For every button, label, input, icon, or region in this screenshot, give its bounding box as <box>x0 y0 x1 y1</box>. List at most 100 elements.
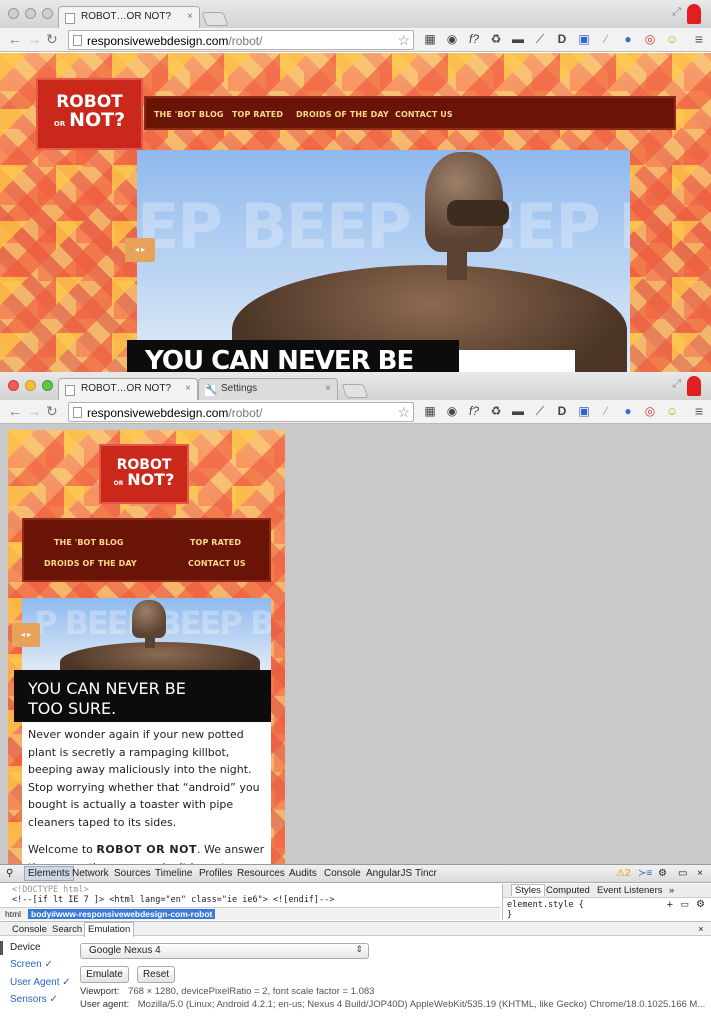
dom-conditional-comment[interactable]: <!--[if lt IE 7 ]> <html lang="en" class… <box>12 895 488 905</box>
device-select[interactable]: Google Nexus 4 ⇕ <box>80 943 369 959</box>
tab-close-icon[interactable]: × <box>185 383 191 394</box>
more-tabs-icon[interactable]: » <box>669 885 674 896</box>
drawer-close-icon[interactable]: × <box>698 924 704 935</box>
crumb-body[interactable]: body#www-responsivewebdesign-com-robot <box>28 909 216 919</box>
forward-icon[interactable]: → <box>27 403 41 419</box>
extension-recycle-icon[interactable]: ♻ <box>488 31 504 47</box>
reset-button[interactable]: Reset <box>137 966 175 983</box>
extension-d2-icon[interactable]: D <box>554 403 570 419</box>
extension-d2-icon[interactable]: D <box>554 31 570 47</box>
reload-icon[interactable]: ↻ <box>46 403 58 420</box>
tab-timeline[interactable]: Timeline <box>155 868 192 879</box>
extension-globe-icon[interactable]: ● <box>620 403 636 419</box>
extension-target-icon[interactable]: ◉ <box>444 403 460 419</box>
tab-tincr[interactable]: Tincr <box>415 868 437 879</box>
bookmark-star-icon[interactable]: ☆ <box>397 404 410 421</box>
reload-icon[interactable]: ↻ <box>46 31 58 48</box>
extension-globe-icon[interactable]: ● <box>620 31 636 47</box>
back-icon[interactable]: ← <box>8 31 22 47</box>
warning-icon[interactable]: ⚠2 <box>616 868 631 879</box>
extension-function-icon[interactable]: f? <box>466 403 482 419</box>
tab-robot-or-not[interactable]: ROBOT…OR NOT? × <box>58 378 198 401</box>
tab-close-icon[interactable]: × <box>325 383 331 394</box>
minimize-window-button[interactable] <box>25 380 36 391</box>
add-rule-icon[interactable]: + <box>667 899 673 911</box>
tab-angularjs[interactable]: AngularJS <box>366 868 412 879</box>
menu-icon[interactable]: ≡ <box>695 31 703 47</box>
fullscreen-icon[interactable]: ⤢ <box>672 6 681 19</box>
tab-computed[interactable]: Computed <box>546 885 590 896</box>
hero-slider-arrows[interactable]: ◂ ▸ <box>125 238 155 262</box>
emulation-sensors[interactable]: Sensors ✓ <box>10 994 58 1005</box>
profile-avatar-icon[interactable] <box>687 376 701 396</box>
nav-link-contact-us[interactable]: CONTACT US <box>188 559 246 568</box>
tab-event-listeners[interactable]: Event Listeners <box>597 885 662 896</box>
dom-tree[interactable]: <!DOCTYPE html> <!--[if lt IE 7 ]> <html… <box>0 884 500 906</box>
site-logo[interactable]: ROBOT OR NOT? <box>36 78 143 150</box>
zoom-window-button[interactable] <box>42 380 53 391</box>
toggle-state-icon[interactable]: ▭ <box>680 899 689 910</box>
address-bar[interactable]: responsivewebdesign.com/robot/ ☆ <box>68 402 414 422</box>
nav-link-droids-of-the-day[interactable]: DROIDS OF THE DAY <box>296 110 389 119</box>
bookmark-star-icon[interactable]: ☆ <box>397 32 410 49</box>
extension-red-circle-icon[interactable]: ◎ <box>642 403 658 419</box>
extension-red-circle-icon[interactable]: ◎ <box>642 31 658 47</box>
emulation-user-agent[interactable]: User Agent ✓ <box>10 977 71 988</box>
extension-mask-icon[interactable]: ▬ <box>510 31 526 47</box>
extension-face-icon[interactable]: ☺ <box>664 31 680 47</box>
site-logo[interactable]: ROBOT OR NOT? <box>99 444 189 504</box>
address-bar[interactable]: responsivewebdesign.com/robot/ ☆ <box>68 30 414 50</box>
search-icon[interactable]: ⚲ <box>6 868 13 879</box>
close-icon[interactable]: × <box>697 868 703 879</box>
drawer-tab-console[interactable]: Console <box>12 924 47 935</box>
tab-sources[interactable]: Sources <box>114 868 151 879</box>
extension-feather-icon[interactable]: ⁄ <box>598 403 614 419</box>
nav-link-bot-blog[interactable]: THE 'BOT BLOG <box>154 110 224 119</box>
emulate-button[interactable]: Emulate <box>80 966 129 983</box>
extension-feather-icon[interactable]: ⁄ <box>598 31 614 47</box>
extension-eyedropper-icon[interactable]: ⟋ <box>532 31 548 47</box>
tab-robot-or-not[interactable]: ROBOT…OR NOT? × <box>58 6 200 29</box>
nav-link-bot-blog[interactable]: THE 'BOT BLOG <box>54 538 124 547</box>
nav-link-droids-of-the-day[interactable]: DROIDS OF THE DAY <box>44 559 137 568</box>
style-settings-icon[interactable]: ⚙ <box>696 899 705 910</box>
tab-network[interactable]: Network <box>72 868 109 879</box>
back-icon[interactable]: ← <box>8 403 22 419</box>
close-window-button[interactable] <box>8 380 19 391</box>
tab-elements[interactable]: Elements <box>24 866 74 881</box>
settings-gear-icon[interactable]: ⚙ <box>658 868 667 879</box>
emulation-device[interactable]: Device <box>10 942 41 953</box>
nav-link-top-rated[interactable]: TOP RATED <box>190 538 241 547</box>
drawer-tab-search[interactable]: Search <box>52 924 82 935</box>
tab-resources[interactable]: Resources <box>237 868 285 879</box>
profile-avatar-icon[interactable] <box>687 4 701 24</box>
nav-link-contact-us[interactable]: CONTACT US <box>395 110 453 119</box>
tab-audits[interactable]: Audits <box>289 868 317 879</box>
extension-grid-icon[interactable]: ▦ <box>422 31 438 47</box>
menu-icon[interactable]: ≡ <box>695 403 703 419</box>
extension-grid-icon[interactable]: ▦ <box>422 403 438 419</box>
tab-close-icon[interactable]: × <box>187 11 193 22</box>
tab-profiles[interactable]: Profiles <box>199 868 232 879</box>
extension-function-icon[interactable]: f? <box>466 31 482 47</box>
crumb-html[interactable]: html <box>2 909 24 919</box>
new-tab-button[interactable] <box>341 384 369 398</box>
tab-styles[interactable]: Styles <box>511 884 545 896</box>
extension-recycle-icon[interactable]: ♻ <box>488 403 504 419</box>
extension-screen-icon[interactable]: ▣ <box>576 403 592 419</box>
fullscreen-icon[interactable]: ⤢ <box>672 378 681 391</box>
console-drawer-icon[interactable]: ≻≡ <box>638 868 652 879</box>
forward-icon[interactable]: → <box>27 31 41 47</box>
emulation-screen[interactable]: Screen ✓ <box>10 959 53 970</box>
zoom-window-button[interactable] <box>42 8 53 19</box>
tab-console[interactable]: Console <box>324 868 361 879</box>
hero-slider-arrows[interactable]: ◂ ▸ <box>12 623 40 647</box>
drawer-tab-emulation[interactable]: Emulation <box>84 922 135 937</box>
extension-mask-icon[interactable]: ▬ <box>510 403 526 419</box>
extension-screen-icon[interactable]: ▣ <box>576 31 592 47</box>
close-window-button[interactable] <box>8 8 19 19</box>
tab-settings[interactable]: 🔧 Settings × <box>198 378 338 401</box>
extension-face-icon[interactable]: ☺ <box>664 403 680 419</box>
extension-target-icon[interactable]: ◉ <box>444 31 460 47</box>
extension-eyedropper-icon[interactable]: ⟋ <box>532 403 548 419</box>
